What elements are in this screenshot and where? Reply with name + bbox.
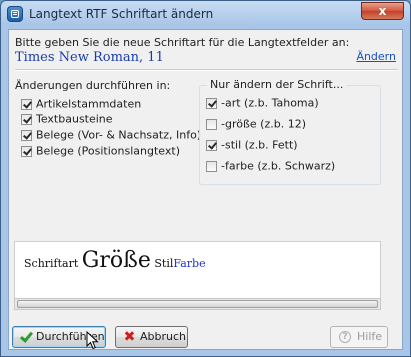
dialog-content: Bitte geben Sie die neue Schriftart für … bbox=[8, 29, 403, 350]
checkbox-box[interactable] bbox=[21, 145, 32, 157]
checkbox-belege-positionslangtext[interactable]: Belege (Positionslangtext) bbox=[21, 144, 180, 159]
checkbox-label: -größe (z.b. 12) bbox=[221, 117, 306, 131]
close-icon: x bbox=[378, 4, 387, 18]
check-icon bbox=[19, 331, 32, 343]
checkbox-box[interactable] bbox=[21, 113, 32, 125]
preview-scrollbar[interactable] bbox=[14, 298, 381, 310]
preview-size: Größe bbox=[81, 248, 151, 273]
apply-to-label: Änderungen durchführen in: bbox=[15, 79, 171, 92]
checkbox-label: -farbe (z.b. Schwarz) bbox=[221, 159, 336, 173]
checkbox-box[interactable] bbox=[21, 98, 32, 110]
checkbox-box[interactable] bbox=[206, 97, 217, 109]
font-preview: Schriftart Größe StilFarbe bbox=[14, 241, 381, 299]
checkbox-label: Artikelstammdaten bbox=[36, 97, 142, 111]
checkbox-label: -art (z.b. Tahoma) bbox=[221, 96, 319, 110]
checkbox-box[interactable] bbox=[206, 118, 217, 130]
window-title: Langtext RTF Schriftart ändern bbox=[29, 7, 214, 21]
change-font-link[interactable]: Ändern bbox=[356, 50, 396, 63]
preview-stil: Stil bbox=[154, 257, 174, 270]
app-icon bbox=[7, 6, 23, 22]
title-bar[interactable]: Langtext RTF Schriftart ändern x bbox=[1, 1, 410, 27]
checkbox-label: -stil (z.b. Fett) bbox=[221, 138, 298, 152]
preview-text: Schriftart Größe StilFarbe bbox=[24, 248, 206, 273]
help-icon: ? bbox=[339, 331, 351, 343]
preview-art: Schriftart bbox=[24, 257, 79, 270]
cancel-button[interactable]: ✖ Abbruch bbox=[115, 326, 188, 348]
cancel-label: Abbruch bbox=[140, 330, 187, 343]
checkbox-label: Textbausteine bbox=[36, 112, 113, 126]
button-bar: Durchführen ✖ Abbruch ? Hilfe bbox=[9, 320, 402, 350]
checkbox-box[interactable] bbox=[206, 160, 217, 172]
checkbox-box[interactable] bbox=[206, 139, 217, 151]
current-font-name: Times New Roman, 11 bbox=[15, 50, 164, 65]
checkbox-font-farbe[interactable]: -farbe (z.b. Schwarz) bbox=[206, 159, 335, 174]
checkbox-font-groesse[interactable]: -größe (z.b. 12) bbox=[206, 117, 306, 132]
checkbox-textbausteine[interactable]: Textbausteine bbox=[21, 112, 113, 127]
help-button[interactable]: ? Hilfe bbox=[330, 326, 388, 348]
help-label: Hilfe bbox=[357, 330, 383, 343]
checkbox-artikelstammdaten[interactable]: Artikelstammdaten bbox=[21, 97, 141, 112]
checkbox-box[interactable] bbox=[21, 129, 32, 141]
close-button[interactable]: x bbox=[361, 2, 404, 20]
checkbox-label: Belege (Vor- & Nachsatz, Info) bbox=[36, 128, 202, 142]
preview-farbe: Farbe bbox=[173, 257, 206, 270]
dialog-window: Langtext RTF Schriftart ändern x Bitte g… bbox=[0, 0, 411, 357]
cancel-x-icon: ✖ bbox=[123, 329, 136, 345]
change-only-label: Nur ändern der Schrift... bbox=[207, 78, 347, 91]
checkbox-font-stil[interactable]: -stil (z.b. Fett) bbox=[206, 138, 298, 153]
font-prompt: Bitte geben Sie die neue Schriftart für … bbox=[15, 36, 350, 49]
checkbox-belege-vor-nachsatz[interactable]: Belege (Vor- & Nachsatz, Info) bbox=[21, 128, 201, 143]
checkbox-font-art[interactable]: -art (z.b. Tahoma) bbox=[206, 96, 319, 111]
scrollbar-thumb[interactable] bbox=[17, 300, 378, 308]
checkbox-label: Belege (Positionslangtext) bbox=[36, 144, 180, 158]
separator bbox=[15, 69, 398, 71]
